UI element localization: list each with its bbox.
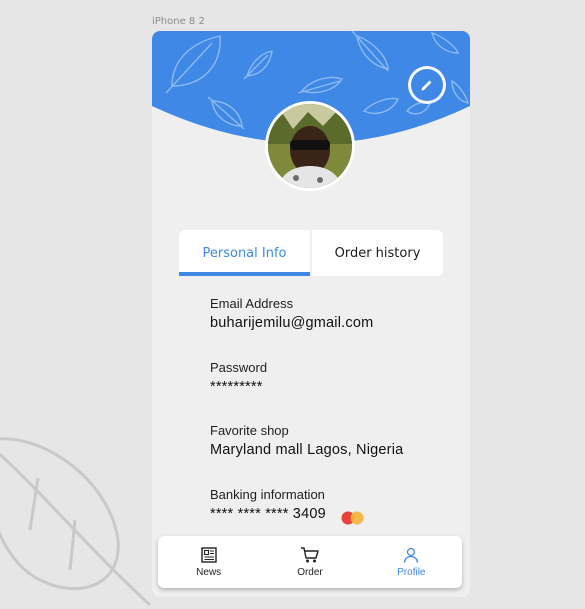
tab-label: Personal Info [202, 245, 287, 261]
nav-item-order[interactable]: Order [259, 536, 360, 588]
tab-label: Order history [334, 245, 421, 261]
artboard-label: iPhone 8 2 [152, 16, 205, 27]
profile-tabs: Personal Info Order history [179, 230, 443, 276]
favorite-shop-label: Favorite shop [210, 423, 289, 438]
nav-item-profile[interactable]: Profile [361, 536, 462, 588]
nav-label-profile: Profile [397, 567, 426, 578]
newspaper-icon [200, 547, 217, 563]
edit-profile-button[interactable] [411, 69, 443, 101]
password-section: Password ********* [210, 360, 267, 395]
profile-photo [268, 104, 352, 188]
tab-order-history[interactable]: Order history [312, 230, 443, 276]
nav-item-news[interactable]: News [158, 536, 259, 588]
favorite-shop-section: Favorite shop Maryland mall Lagos, Niger… [210, 423, 403, 458]
tab-personal-info[interactable]: Personal Info [179, 230, 310, 276]
banking-section: Banking information **** **** **** 3409 [210, 487, 326, 522]
avatar [265, 101, 355, 191]
email-section: Email Address buharijemilu@gmail.com [210, 296, 373, 331]
email-label: Email Address [210, 296, 294, 311]
bottom-navigation: News Order Profile [158, 536, 462, 588]
nav-label-news: News [196, 567, 222, 578]
phone-screen: Personal Info Order history Email Addres… [152, 31, 470, 597]
banking-label: Banking information [210, 487, 325, 502]
mastercard-icon [341, 511, 364, 525]
pencil-icon [421, 80, 432, 91]
cart-icon [300, 547, 319, 563]
banking-value: **** **** **** 3409 [210, 506, 326, 522]
background-leaf-decoration [0, 437, 152, 607]
password-value: ********* [210, 379, 263, 395]
favorite-shop-value: Maryland mall Lagos, Nigeria [210, 442, 404, 458]
nav-label-order: Order [297, 567, 323, 578]
email-value: buharijemilu@gmail.com [210, 315, 374, 331]
password-label: Password [210, 360, 268, 375]
user-icon [404, 547, 419, 563]
